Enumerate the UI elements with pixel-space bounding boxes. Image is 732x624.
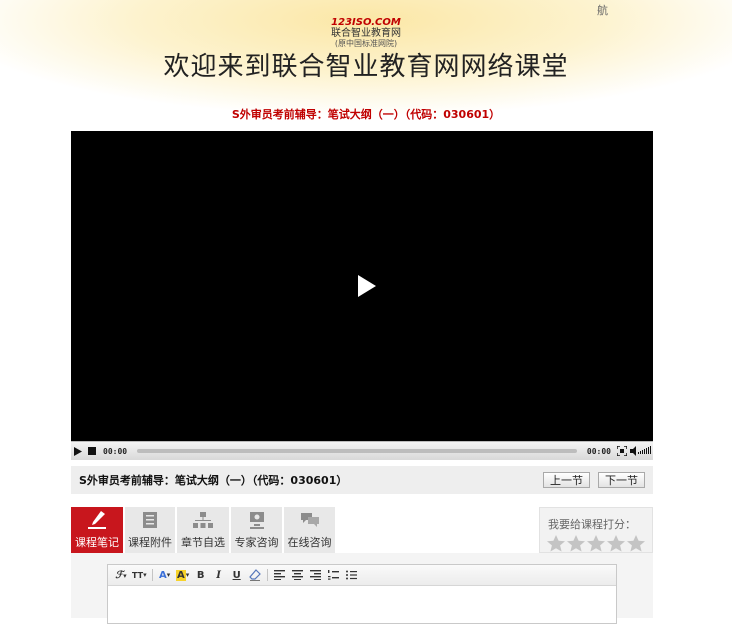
elapsed-time: 00:00 bbox=[103, 446, 128, 456]
rating-label: 我要给课程打分： bbox=[548, 518, 636, 531]
font-family-button[interactable]: ℱ ▾ bbox=[114, 568, 128, 582]
dropdown-arrow-icon: ▾ bbox=[123, 570, 127, 580]
align-center-icon[interactable] bbox=[291, 568, 305, 582]
expert-icon bbox=[246, 509, 268, 531]
video-player: 00:00 00:00 bbox=[71, 131, 653, 460]
play-icon[interactable] bbox=[71, 444, 85, 458]
tab-label: 专家咨询 bbox=[234, 536, 279, 549]
star-icon[interactable] bbox=[606, 534, 626, 552]
previous-lesson-button[interactable]: 上一节 bbox=[543, 472, 590, 488]
site-logo[interactable]: 123ISO.COM 联合智业教育网 (原中国标准网院) bbox=[0, 17, 732, 49]
underline-button[interactable]: U bbox=[230, 568, 244, 582]
align-left-icon[interactable] bbox=[273, 568, 287, 582]
font-size-glyph: TT bbox=[132, 570, 144, 580]
bold-button[interactable]: B bbox=[194, 568, 208, 582]
ordered-list-icon[interactable] bbox=[327, 568, 341, 582]
lesson-info-bar: S外审员考前辅导：笔试大纲（一）（代码：030601） 上一节 下一节 bbox=[71, 466, 653, 494]
fullscreen-icon[interactable] bbox=[615, 444, 629, 458]
player-controls: 00:00 00:00 bbox=[71, 441, 653, 460]
logo-mark: 123ISO.COM bbox=[331, 17, 401, 28]
font-size-button[interactable]: TT ▾ bbox=[132, 568, 147, 582]
toolbar-divider bbox=[266, 569, 268, 581]
pen-icon bbox=[86, 509, 108, 531]
notes-panel: ℱ ▾ TT ▾ A ▾ A ▾ B I U bbox=[71, 553, 653, 624]
tab-course-notes[interactable]: 课程笔记 bbox=[71, 507, 123, 553]
tab-chapter-select[interactable]: 章节自选 bbox=[177, 507, 229, 553]
highlight-glyph: A bbox=[175, 569, 186, 581]
star-icon[interactable] bbox=[586, 534, 606, 552]
tab-label: 章节自选 bbox=[181, 536, 225, 549]
video-screen[interactable] bbox=[71, 131, 653, 441]
course-rating: 我要给课程打分： bbox=[539, 507, 653, 553]
highlight-button[interactable]: A ▾ bbox=[175, 568, 190, 582]
tab-online-consult[interactable]: 在线咨询 bbox=[284, 507, 335, 553]
star-icon[interactable] bbox=[566, 534, 586, 552]
font-color-button[interactable]: A ▾ bbox=[158, 568, 172, 582]
rating-stars bbox=[546, 534, 646, 552]
chat-icon bbox=[299, 509, 321, 531]
next-lesson-button[interactable]: 下一节 bbox=[598, 472, 645, 488]
stop-icon[interactable] bbox=[85, 444, 99, 458]
lesson-title: S外审员考前辅导：笔试大纲（一）（代码：030601） bbox=[79, 474, 348, 487]
tab-label: 课程附件 bbox=[128, 536, 172, 549]
duration-time: 00:00 bbox=[586, 446, 611, 456]
attachment-icon bbox=[140, 509, 160, 531]
progress-bar[interactable] bbox=[137, 449, 577, 453]
tab-course-attachments[interactable]: 课程附件 bbox=[125, 507, 175, 553]
unordered-list-icon[interactable] bbox=[345, 568, 359, 582]
notes-editor: ℱ ▾ TT ▾ A ▾ A ▾ B I U bbox=[107, 564, 617, 624]
site-title: 欢迎来到联合智业教育网网络课堂 bbox=[163, 52, 569, 82]
corner-text: 航 bbox=[597, 4, 608, 17]
font-color-glyph: A bbox=[158, 569, 167, 581]
font-family-glyph: ℱ bbox=[115, 569, 124, 581]
volume-icon[interactable] bbox=[629, 444, 653, 458]
play-overlay-icon[interactable] bbox=[353, 273, 379, 299]
italic-button[interactable]: I bbox=[212, 568, 226, 582]
dropdown-arrow-icon: ▾ bbox=[185, 571, 190, 579]
star-icon[interactable] bbox=[626, 534, 646, 552]
course-heading: S外审员考前辅导：笔试大纲（一）（代码：030601） bbox=[231, 108, 501, 121]
course-tabs: 课程笔记 课程附件 章节自选 专家咨询 在线咨询 bbox=[71, 507, 337, 553]
tab-label: 在线咨询 bbox=[287, 536, 332, 549]
align-right-icon[interactable] bbox=[309, 568, 323, 582]
chapter-tree-icon bbox=[192, 509, 214, 531]
tab-label: 课程笔记 bbox=[75, 536, 119, 549]
tab-expert-consult[interactable]: 专家咨询 bbox=[231, 507, 282, 553]
toolbar-divider bbox=[151, 569, 153, 581]
editor-toolbar: ℱ ▾ TT ▾ A ▾ A ▾ B I U bbox=[108, 565, 616, 586]
eraser-icon[interactable] bbox=[248, 568, 262, 582]
logo-name: 联合智业教育网 bbox=[331, 28, 401, 39]
dropdown-arrow-icon: ▾ bbox=[166, 571, 171, 579]
star-icon[interactable] bbox=[546, 534, 566, 552]
dropdown-arrow-icon: ▾ bbox=[143, 571, 147, 579]
